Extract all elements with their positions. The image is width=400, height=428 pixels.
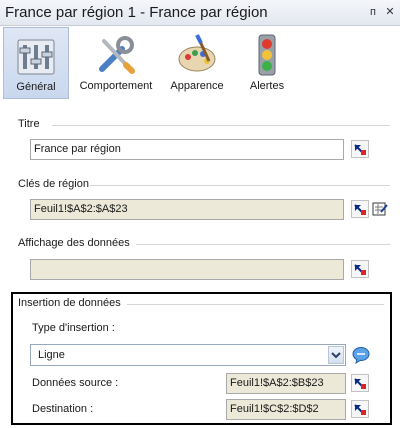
insertion-help-button[interactable] [351, 345, 370, 364]
toolbar: Général Comportement Apparence Alertes [0, 27, 400, 99]
speech-bubble-icon [352, 347, 370, 364]
donnees-source-label: Données source : [32, 377, 119, 389]
tab-alertes[interactable]: Alertes [238, 27, 296, 99]
cell-picker-icon [354, 264, 366, 275]
cles-range-picker[interactable] [351, 200, 369, 218]
cell-picker-icon [354, 404, 366, 415]
pin-icon[interactable]: ᴨ [366, 5, 380, 19]
insertion-separator [127, 304, 384, 305]
tab-general-label: Général [16, 81, 56, 93]
tools-icon [99, 36, 135, 74]
source-range-picker[interactable] [351, 374, 369, 392]
cles-input[interactable]: Feuil1!$A$2:$A$23 [30, 199, 344, 220]
destination-range-picker[interactable] [351, 400, 369, 418]
tab-apparence[interactable]: Apparence [164, 27, 230, 99]
affichage-label: Affichage des données [18, 237, 130, 249]
titre-input[interactable]: France par région [30, 139, 344, 160]
close-icon[interactable]: ✕ [383, 5, 397, 19]
window-title: France par région 1 - France par région [5, 4, 268, 21]
general-panel: Titre France par région Clés de région F… [0, 100, 400, 428]
cell-picker-icon [354, 204, 366, 215]
cles-edit-button[interactable] [371, 200, 389, 218]
titre-separator [52, 125, 390, 126]
edit-table-icon [372, 202, 388, 216]
tab-alertes-label: Alertes [249, 80, 285, 92]
tab-apparence-label: Apparence [170, 80, 224, 92]
type-insertion-label: Type d'insertion : [32, 322, 115, 334]
destination-input[interactable]: Feuil1!$C$2:$D$2 [226, 399, 346, 420]
cles-separator [90, 185, 390, 186]
tab-comportement[interactable]: Comportement [76, 27, 156, 99]
sliders-icon [17, 39, 55, 75]
type-insertion-select[interactable]: Ligne [30, 344, 346, 366]
title-bar: France par région 1 - France par région … [0, 0, 400, 26]
palette-icon [178, 34, 216, 72]
cell-picker-icon [354, 144, 366, 155]
affichage-range-picker[interactable] [351, 260, 369, 278]
chevron-down-icon[interactable] [328, 346, 344, 364]
affichage-input[interactable] [30, 259, 344, 280]
traffic-light-icon [258, 34, 276, 76]
tab-comportement-label: Comportement [79, 80, 153, 92]
type-insertion-value: Ligne [38, 349, 65, 361]
titre-label: Titre [18, 118, 40, 130]
tab-general[interactable]: Général [3, 27, 69, 99]
affichage-separator [136, 244, 390, 245]
insertion-label: Insertion de données [18, 297, 121, 309]
destination-label: Destination : [32, 403, 94, 415]
cles-label: Clés de région [18, 178, 89, 190]
titre-range-picker[interactable] [351, 140, 369, 158]
cell-picker-icon [354, 378, 366, 389]
donnees-source-input[interactable]: Feuil1!$A$2:$B$23 [226, 373, 346, 394]
